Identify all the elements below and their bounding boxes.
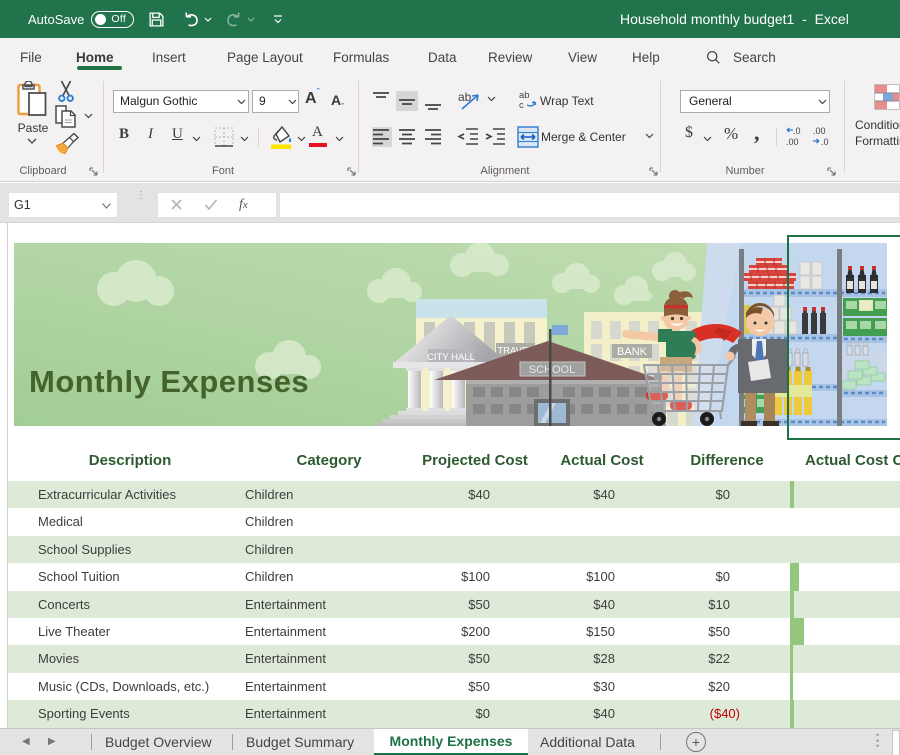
svg-text:CITY HALL: CITY HALL bbox=[427, 352, 475, 363]
svg-text:c: c bbox=[519, 100, 524, 111]
svg-text:.00: .00 bbox=[786, 137, 799, 147]
svg-text:.00: .00 bbox=[813, 126, 826, 136]
svg-text:BANK: BANK bbox=[617, 346, 648, 358]
svg-text:SCHOOL: SCHOOL bbox=[529, 364, 575, 376]
svg-text:.0: .0 bbox=[793, 126, 801, 136]
svg-text:.0: .0 bbox=[821, 137, 829, 147]
